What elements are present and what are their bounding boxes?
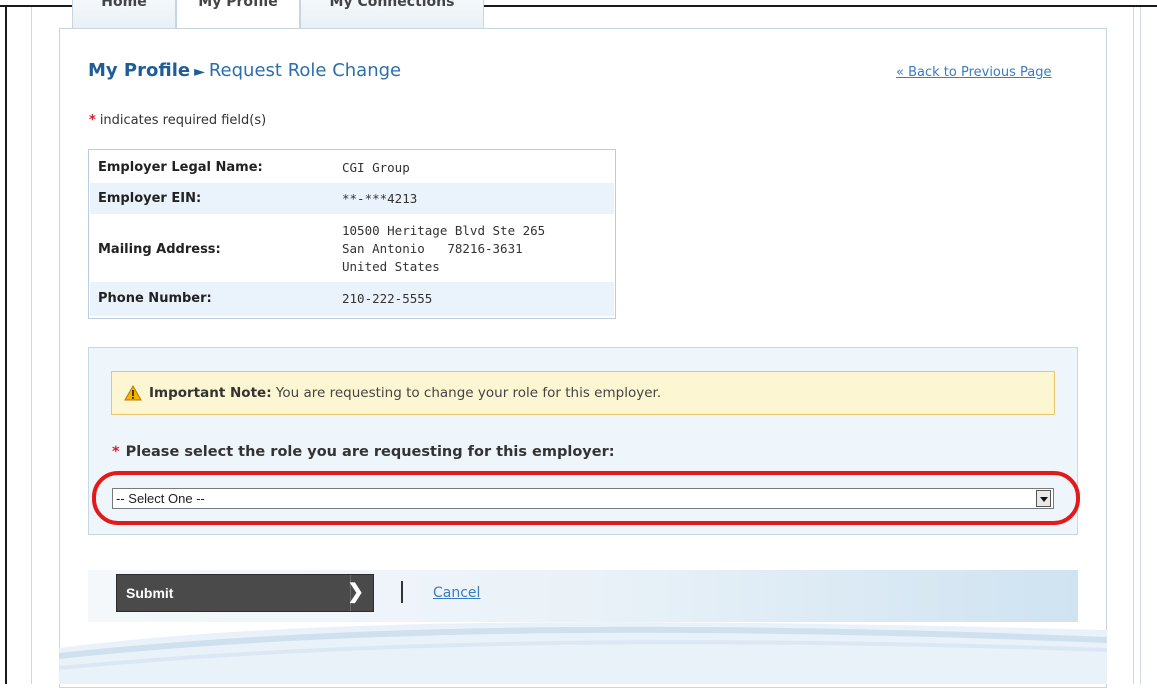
breadcrumb-root[interactable]: My Profile xyxy=(88,60,190,81)
employer-info-table: Employer Legal Name: CGI Group Employer … xyxy=(88,149,616,319)
info-row-phone: Phone Number: 210-222-5555 xyxy=(90,282,614,316)
info-value: 210-222-5555 xyxy=(342,291,433,306)
info-value-line: United States xyxy=(342,259,440,274)
tab-home-label: Home xyxy=(101,0,147,10)
info-value: CGI Group xyxy=(342,160,410,175)
chevron-right-icon: ❯ xyxy=(347,581,364,603)
role-select-value: -- Select One -- xyxy=(116,491,205,506)
important-note-text-wrap: Important Note: You are requesting to ch… xyxy=(149,385,661,401)
info-label: Mailing Address: xyxy=(98,242,221,257)
required-marker: * xyxy=(89,113,96,128)
info-row-legal-name: Employer Legal Name: CGI Group xyxy=(90,151,614,183)
cancel-link[interactable]: Cancel xyxy=(433,585,480,601)
role-select-label: * Please select the role you are requesti… xyxy=(112,444,615,460)
important-note-title: Important Note: xyxy=(149,385,272,401)
breadcrumb-current: Request Role Change xyxy=(208,60,402,81)
info-label: Employer EIN: xyxy=(98,191,202,206)
back-to-previous-page-link[interactable]: « Back to Previous Page xyxy=(896,65,1052,80)
required-note-text: indicates required field(s) xyxy=(99,113,267,128)
breadcrumb-arrow-icon: ► xyxy=(194,64,205,80)
role-select-label-text: Please select the role you are requestin… xyxy=(125,444,615,460)
action-divider xyxy=(401,581,403,603)
role-select-dropdown[interactable]: -- Select One -- xyxy=(112,488,1054,509)
warning-icon xyxy=(124,385,142,401)
required-fields-note: * indicates required field(s) xyxy=(89,113,266,128)
info-value-line: 10500 Heritage Blvd Ste 265 xyxy=(342,223,546,238)
important-note-message: You are requesting to change your role f… xyxy=(275,385,662,401)
frame-border-left xyxy=(5,5,7,684)
chevron-down-icon[interactable] xyxy=(1036,490,1051,507)
required-marker: * xyxy=(112,444,120,460)
info-row-ein: Employer EIN: **-***4213 xyxy=(90,183,614,214)
tab-my-profile-label: My Profile xyxy=(198,0,278,10)
tab-home[interactable]: Home xyxy=(72,0,176,28)
tab-my-connections[interactable]: My Connections xyxy=(300,0,484,28)
decorative-swoosh xyxy=(59,622,1107,684)
submit-button-label: Submit xyxy=(126,585,174,601)
info-row-mailing-address: Mailing Address: 10500 Heritage Blvd Ste… xyxy=(90,214,614,282)
submit-button[interactable]: Submit ❯ xyxy=(116,574,374,612)
page-right-edge-outer xyxy=(1140,7,1141,684)
page-right-edge xyxy=(1133,7,1134,684)
tab-my-connections-label: My Connections xyxy=(329,0,455,10)
info-label: Phone Number: xyxy=(98,291,212,306)
breadcrumb: My Profile ► Request Role Change xyxy=(88,60,401,81)
info-value-line: San Antonio 78216-3631 xyxy=(342,241,523,256)
info-label: Employer Legal Name: xyxy=(98,160,263,175)
important-note-banner: Important Note: You are requesting to ch… xyxy=(111,371,1055,415)
info-value: **-***4213 xyxy=(342,191,418,206)
page-left-edge xyxy=(31,7,32,684)
